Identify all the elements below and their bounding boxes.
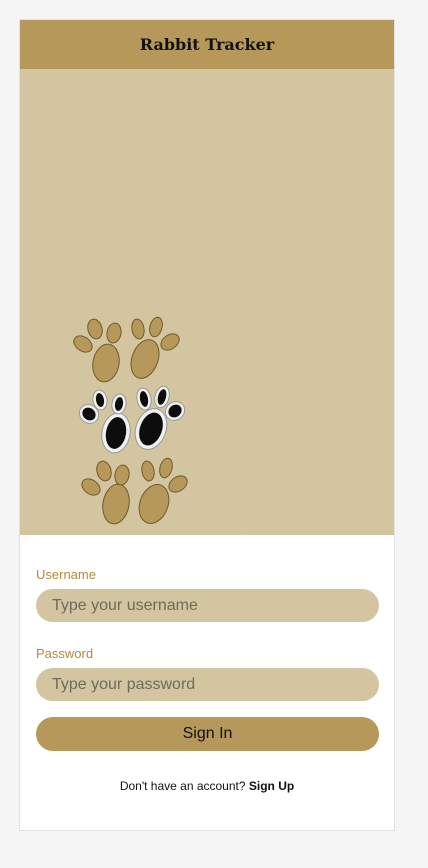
signup-prompt: Don't have an account? Sign Up xyxy=(36,779,378,793)
app-title: Rabbit Tracker xyxy=(139,35,275,54)
username-label: Username xyxy=(36,567,96,582)
field-spacer xyxy=(36,622,378,646)
app-header: Rabbit Tracker xyxy=(20,20,394,69)
sign-up-link[interactable]: Sign Up xyxy=(249,779,294,793)
sign-in-button[interactable]: Sign In xyxy=(36,717,379,751)
password-label: Password xyxy=(36,646,94,661)
login-form: Username Password Sign In Don't have an … xyxy=(20,535,394,793)
username-input[interactable] xyxy=(36,589,379,622)
paw-prints-icon xyxy=(73,316,188,525)
signup-prompt-text: Don't have an account? xyxy=(119,779,249,793)
password-input[interactable] xyxy=(36,668,379,701)
paw-prints-image xyxy=(20,310,246,535)
hero-image xyxy=(20,69,394,535)
app-window: Rabbit Tracker Username Type your userna… xyxy=(19,19,395,831)
